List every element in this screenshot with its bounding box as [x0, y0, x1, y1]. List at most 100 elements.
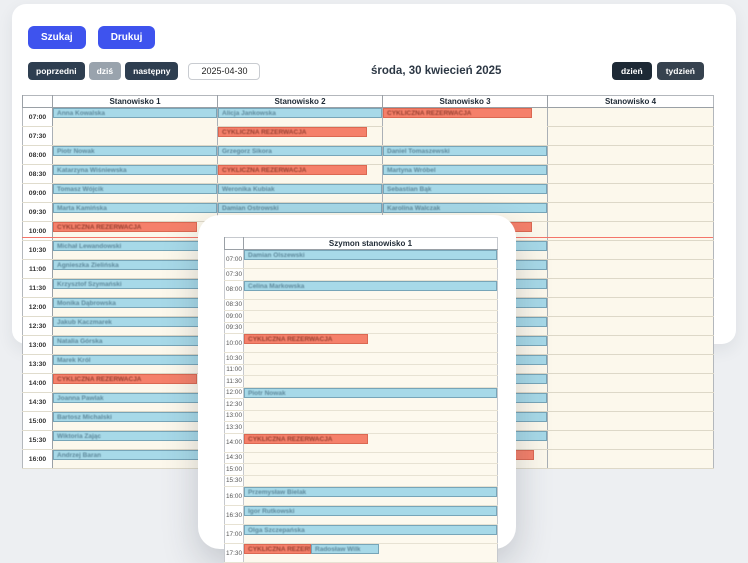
empty-slot-cell[interactable] [244, 452, 498, 464]
booking-cell[interactable]: Celina Markowska [244, 280, 498, 299]
recurring-reservation-bar[interactable]: CYKLICZNA REZERWACJA [383, 108, 532, 118]
week-view-button[interactable]: tydzień [657, 62, 704, 80]
booking-bar[interactable]: Alicja Jankowska [218, 108, 382, 118]
booking-cell[interactable]: Sebastian Bąk [383, 184, 548, 203]
empty-slot-cell[interactable] [548, 241, 714, 260]
booking-cell[interactable]: Olga Szczepańska [244, 525, 498, 544]
empty-slot-cell[interactable] [548, 260, 714, 279]
booking-cell[interactable]: Andrzej Baran [53, 450, 218, 469]
booking-bar[interactable]: Jakub Kaczmarek [53, 317, 217, 327]
booking-cell[interactable]: CYKLICZNA REZERWACJA [383, 108, 548, 146]
empty-slot-cell[interactable] [244, 364, 498, 376]
empty-slot-cell[interactable] [548, 165, 714, 184]
print-button[interactable]: Drukuj [98, 26, 156, 49]
booking-bar[interactable]: Sebastian Bąk [383, 184, 547, 194]
booking-bar[interactable]: Przemysław Bielak [244, 487, 497, 497]
search-button[interactable]: Szukaj [28, 26, 86, 49]
booking-bar[interactable]: Piotr Nowak [53, 146, 217, 156]
booking-cell[interactable]: Daniel Tomaszewski [383, 146, 548, 165]
booking-bar[interactable]: Bartosz Michalski [53, 412, 217, 422]
booking-cell[interactable]: Monika Dąbrowska [53, 298, 218, 317]
booking-cell[interactable]: Damian Olszewski [244, 250, 498, 269]
booking-cell[interactable]: Katarzyna Wiśniewska [53, 165, 218, 184]
booking-cell[interactable]: CYKLICZNA REZERWACJA [244, 334, 498, 353]
booking-cell[interactable]: Martyna Wróbel [383, 165, 548, 184]
booking-bar[interactable]: Wiktoria Zając [53, 431, 217, 441]
empty-slot-cell[interactable] [244, 311, 498, 323]
recurring-reservation-bar[interactable]: CYKLICZNA REZERW [244, 544, 311, 554]
booking-cell[interactable]: Igor Rutkowski [244, 506, 498, 525]
today-button[interactable]: dziś [89, 62, 122, 80]
booking-bar[interactable]: Martyna Wróbel [383, 165, 547, 175]
empty-slot-cell[interactable] [548, 450, 714, 469]
booking-bar[interactable]: Agnieszka Zielińska [53, 260, 217, 270]
booking-bar[interactable]: Andrzej Baran [53, 450, 217, 460]
empty-slot-cell[interactable] [548, 317, 714, 336]
booking-cell[interactable]: Joanna Pawlak [53, 393, 218, 412]
booking-cell[interactable]: Przemysław Bielak [244, 487, 498, 506]
booking-cell[interactable]: CYKLICZNA REZERWACJA [218, 165, 383, 184]
booking-cell[interactable]: Marta Kamińska [53, 203, 218, 222]
empty-slot-cell[interactable] [548, 412, 714, 431]
booking-bar[interactable]: Igor Rutkowski [244, 506, 497, 516]
previous-day-button[interactable]: poprzedni [28, 62, 85, 80]
empty-slot-cell[interactable] [244, 464, 498, 476]
booking-cell[interactable]: Jakub Kaczmarek [53, 317, 218, 336]
day-view-button[interactable]: dzień [612, 62, 652, 80]
booking-cell[interactable]: CYKLICZNA REZERWACJA [53, 374, 218, 393]
empty-slot-cell[interactable] [244, 269, 498, 281]
booking-cell[interactable]: Krzysztof Szymański [53, 279, 218, 298]
booking-bar[interactable]: Katarzyna Wiśniewska [53, 165, 217, 175]
booking-cell[interactable]: Piotr Nowak [244, 387, 498, 410]
booking-cell[interactable]: Natalia Górska [53, 336, 218, 355]
booking-cell[interactable]: Marek Król [53, 355, 218, 374]
empty-slot-cell[interactable] [244, 475, 498, 487]
recurring-reservation-bar[interactable]: CYKLICZNA REZERWACJA [218, 165, 367, 175]
recurring-reservation-bar[interactable]: CYKLICZNA REZERWACJA [53, 374, 197, 384]
empty-slot-cell[interactable] [548, 431, 714, 450]
booking-cell[interactable]: Wiktoria Zając [53, 431, 218, 450]
booking-cell[interactable]: Bartosz Michalski [53, 412, 218, 431]
booking-bar[interactable]: Daniel Tomaszewski [383, 146, 547, 156]
booking-bar[interactable]: Piotr Nowak [244, 388, 497, 398]
booking-cell[interactable]: Anna Kowalska [53, 108, 218, 146]
booking-cell[interactable]: Alicja Jankowska [218, 108, 383, 127]
booking-bar[interactable]: Joanna Pawlak [53, 393, 217, 403]
booking-cell[interactable]: Weronika Kubiak [218, 184, 383, 203]
empty-slot-cell[interactable] [548, 127, 714, 146]
booking-bar[interactable]: Natalia Górska [53, 336, 217, 346]
empty-slot-cell[interactable] [548, 355, 714, 374]
booking-bar[interactable]: Karolina Walczak [383, 203, 547, 213]
recurring-reservation-bar[interactable]: CYKLICZNA REZERWACJA [218, 127, 367, 137]
empty-slot-cell[interactable] [548, 146, 714, 165]
booking-bar[interactable]: Monika Dąbrowska [53, 298, 217, 308]
booking-bar[interactable]: Marek Król [53, 355, 217, 365]
empty-slot-cell[interactable] [244, 299, 498, 311]
booking-cell[interactable]: CYKLICZNA REZERWACJA [218, 127, 383, 146]
empty-slot-cell[interactable] [244, 410, 498, 422]
booking-cell[interactable]: Grzegorz Sikora [218, 146, 383, 165]
booking-cell[interactable]: CYKLICZNA REZERWRadosław Wilk [244, 544, 498, 563]
recurring-reservation-bar[interactable]: CYKLICZNA REZERWACJA [53, 222, 197, 232]
booking-bar[interactable]: Grzegorz Sikora [218, 146, 382, 156]
booking-bar[interactable]: Celina Markowska [244, 281, 497, 291]
empty-slot-cell[interactable] [548, 108, 714, 127]
empty-slot-cell[interactable] [548, 393, 714, 412]
booking-bar[interactable]: Michał Lewandowski [53, 241, 217, 251]
booking-cell[interactable]: CYKLICZNA REZERWACJA [244, 433, 498, 452]
empty-slot-cell[interactable] [244, 322, 498, 334]
recurring-reservation-bar[interactable]: CYKLICZNA REZERWACJA [244, 334, 368, 344]
booking-bar[interactable]: Damian Ostrowski [218, 203, 382, 213]
booking-bar[interactable]: Krzysztof Szymański [53, 279, 217, 289]
date-input[interactable] [188, 63, 260, 80]
booking-bar[interactable]: Radosław Wilk [311, 544, 379, 554]
empty-slot-cell[interactable] [244, 353, 498, 365]
booking-bar[interactable]: Weronika Kubiak [218, 184, 382, 194]
empty-slot-cell[interactable] [548, 184, 714, 203]
next-day-button[interactable]: następny [125, 62, 178, 80]
booking-cell[interactable]: Agnieszka Zielińska [53, 260, 218, 279]
recurring-reservation-bar[interactable]: CYKLICZNA REZERWACJA [244, 434, 368, 444]
empty-slot-cell[interactable] [244, 376, 498, 388]
empty-slot-cell[interactable] [244, 422, 498, 434]
empty-slot-cell[interactable] [548, 279, 714, 298]
